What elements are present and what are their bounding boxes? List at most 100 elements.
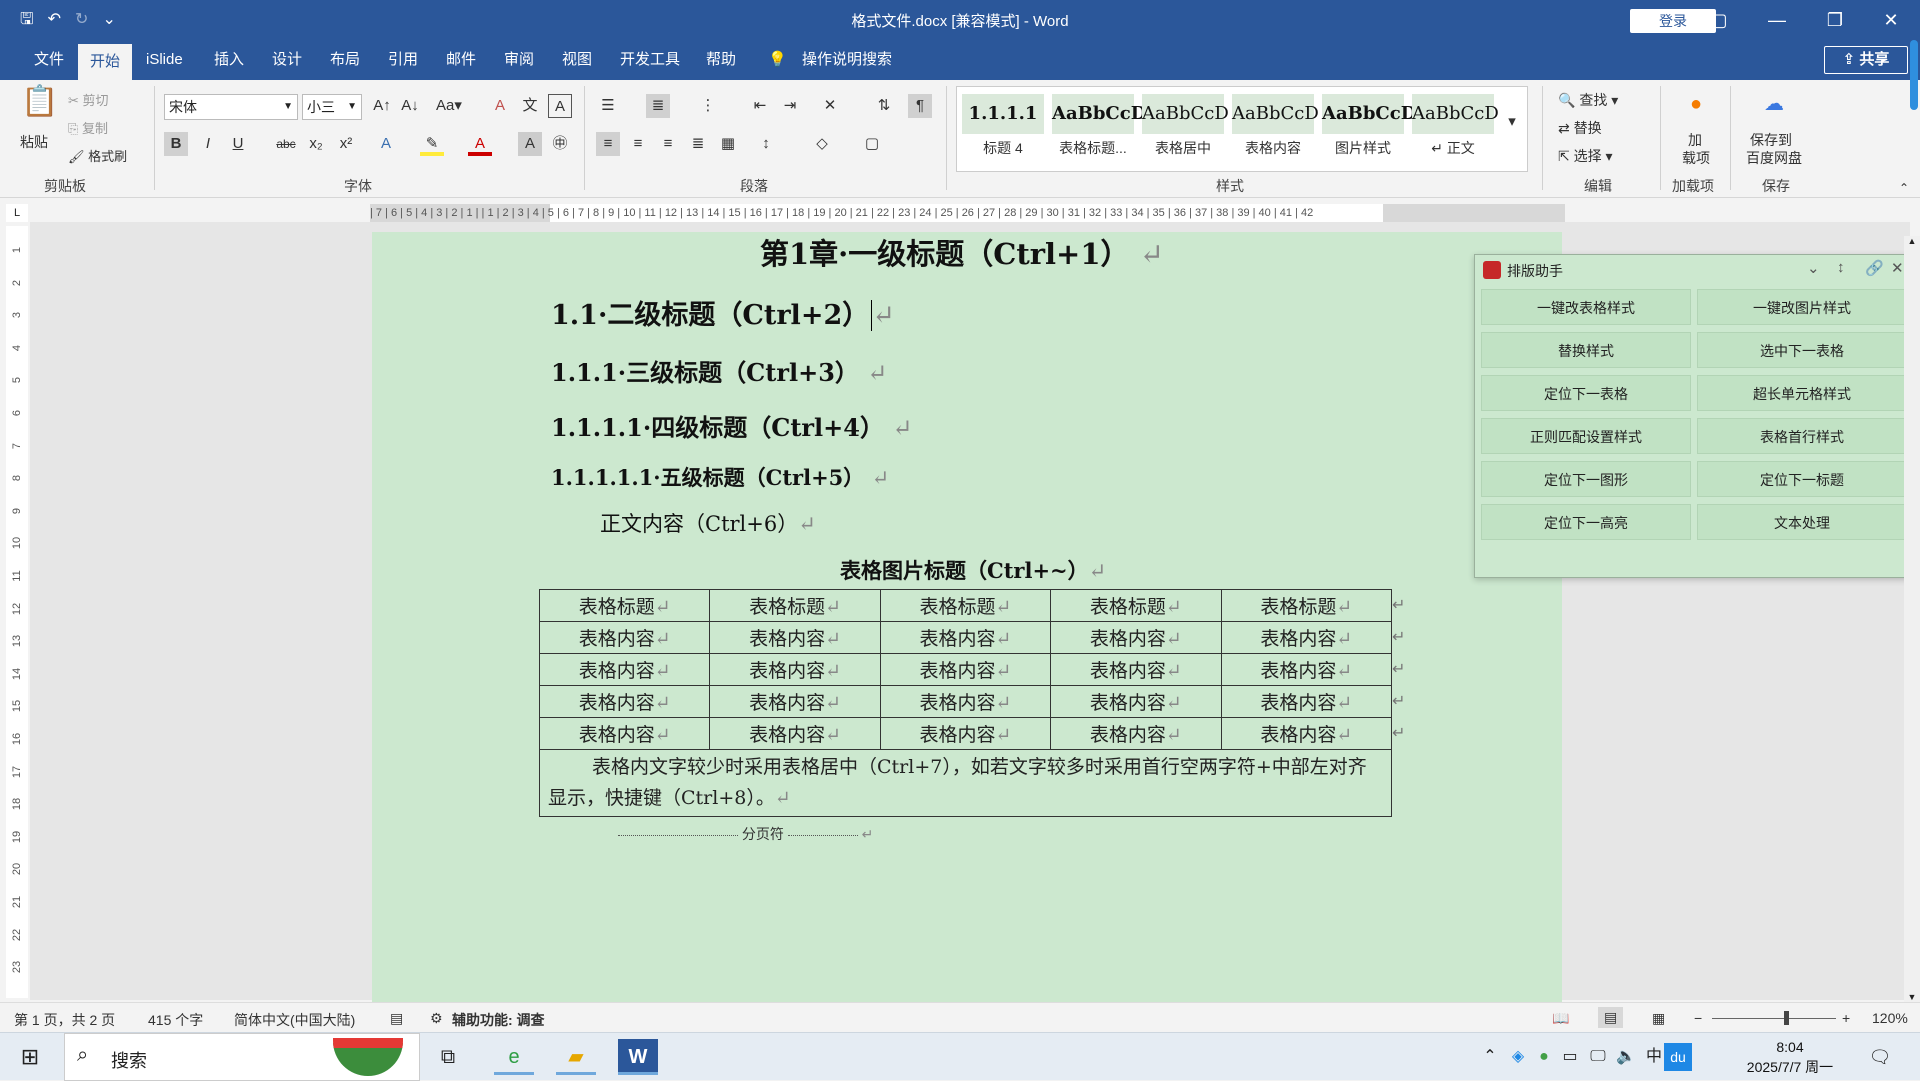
- table-caption[interactable]: 表格图片标题（Ctrl+~）↵: [840, 555, 1106, 585]
- zoom-out-icon[interactable]: −: [1694, 1010, 1702, 1026]
- macro-icon[interactable]: ▤: [390, 1010, 403, 1027]
- zoom-level[interactable]: 120%: [1872, 1010, 1908, 1026]
- font-color-icon[interactable]: A: [468, 132, 492, 156]
- tab-help[interactable]: 帮助: [694, 40, 748, 80]
- align-center-icon[interactable]: ≡: [626, 132, 650, 156]
- resize-vertical-icon[interactable]: ↕: [1837, 259, 1845, 276]
- assistant-button[interactable]: 超长单元格样式: [1697, 375, 1907, 411]
- italic-button[interactable]: I: [196, 132, 220, 156]
- enclose-characters-icon[interactable]: ㊥: [548, 132, 572, 156]
- windows-start-icon[interactable]: ⊞: [10, 1039, 50, 1075]
- tab-home[interactable]: 开始: [78, 44, 133, 80]
- underline-button[interactable]: U: [226, 132, 250, 156]
- style-heading-4[interactable]: 1.1.1.1 标题 4: [962, 94, 1044, 162]
- ribbon-display-options-icon[interactable]: ▢: [1690, 0, 1748, 40]
- table-row[interactable]: 表格内容↵ 表格内容↵ 表格内容↵ 表格内容↵ 表格内容↵: [538, 653, 1393, 686]
- grow-font-icon[interactable]: A↑: [370, 94, 394, 118]
- font-name-select[interactable]: 宋体 ▼: [164, 94, 298, 120]
- shrink-font-icon[interactable]: A↓: [398, 94, 422, 118]
- web-layout-icon[interactable]: ▦: [1652, 1010, 1665, 1027]
- tab-selector-icon[interactable]: L: [6, 204, 28, 222]
- table-cell[interactable]: 表格内容↵: [538, 653, 711, 686]
- cloud-icon[interactable]: ☁: [1762, 92, 1786, 116]
- tab-islide[interactable]: iSlide: [134, 40, 195, 80]
- page-count[interactable]: 第 1 页，共 2 页: [14, 1010, 115, 1030]
- table-cell[interactable]: 表格内容↵: [1220, 621, 1393, 654]
- restore-button[interactable]: ❐: [1806, 0, 1864, 40]
- assistant-button[interactable]: 一键改表格样式: [1481, 289, 1691, 325]
- table-cell[interactable]: 表格内容↵: [1220, 685, 1393, 718]
- table-row[interactable]: 表格内容↵ 表格内容↵ 表格内容↵ 表格内容↵ 表格内容↵: [538, 685, 1393, 718]
- font-size-select[interactable]: 小三 ▼: [302, 94, 362, 120]
- table-cell[interactable]: 表格内容↵: [709, 717, 881, 750]
- document-table[interactable]: 表格标题↵ 表格标题↵ 表格标题↵ 表格标题↵ 表格标题↵ 表格内容↵ 表格内容↵ 表格内容↵…: [538, 589, 1393, 817]
- tab-insert[interactable]: 插入: [202, 40, 256, 80]
- text-effects-icon[interactable]: A: [374, 132, 398, 156]
- show-marks-icon[interactable]: ¶: [908, 94, 932, 118]
- scroll-down-icon[interactable]: ▼: [1906, 992, 1918, 1002]
- assistant-button[interactable]: 定位下一表格: [1481, 375, 1691, 411]
- minimize-button[interactable]: —: [1748, 0, 1806, 40]
- notifications-icon[interactable]: 🗨: [1860, 1039, 1900, 1075]
- assistant-button[interactable]: 文本处理: [1697, 504, 1907, 540]
- align-right-icon[interactable]: ≡: [656, 132, 680, 156]
- table-cell[interactable]: 表格内容↵: [538, 717, 711, 750]
- baidu-icon[interactable]: du: [1664, 1043, 1692, 1071]
- table-cell[interactable]: 表格内容↵: [538, 621, 711, 654]
- heading-3[interactable]: 1.1.1·三级标题（Ctrl+3） ↵: [551, 353, 887, 388]
- line-spacing-icon[interactable]: ↕: [754, 132, 778, 156]
- table-header-cell[interactable]: 表格标题↵: [879, 589, 1052, 622]
- paste-button[interactable]: 粘贴: [20, 132, 48, 152]
- zoom-slider-thumb[interactable]: [1784, 1011, 1789, 1025]
- save-to-cloud-line1[interactable]: 保存到: [1750, 130, 1792, 150]
- change-case-icon[interactable]: Aa▾: [432, 94, 466, 118]
- tab-mailings[interactable]: 邮件: [434, 40, 488, 80]
- tab-view[interactable]: 视图: [550, 40, 604, 80]
- phonetic-guide-icon[interactable]: 文: [518, 94, 542, 118]
- zoom-slider[interactable]: [1712, 1011, 1836, 1025]
- table-cell[interactable]: 表格内容↵: [1050, 685, 1222, 718]
- replace-button[interactable]: ⇄ 替换: [1558, 118, 1602, 138]
- table-cell[interactable]: 表格内容↵: [709, 685, 881, 718]
- assistant-button[interactable]: 选中下一表格: [1697, 332, 1907, 368]
- cut-button[interactable]: ✂ 剪切: [68, 90, 109, 109]
- tab-review[interactable]: 审阅: [492, 40, 546, 80]
- distributed-icon[interactable]: ▦: [716, 132, 740, 156]
- tab-layout[interactable]: 布局: [318, 40, 372, 80]
- shading-icon[interactable]: ◇: [810, 132, 834, 156]
- tab-developer[interactable]: 开发工具: [608, 40, 692, 80]
- close-button[interactable]: ✕: [1862, 0, 1920, 40]
- strikethrough-button[interactable]: abc: [274, 132, 298, 156]
- increase-indent-icon[interactable]: ⇥: [778, 94, 802, 118]
- subscript-button[interactable]: x₂: [304, 132, 328, 156]
- link-icon[interactable]: 🔗: [1865, 259, 1884, 277]
- file-explorer-icon[interactable]: ▰: [556, 1039, 596, 1075]
- table-cell[interactable]: 表格内容↵: [1220, 653, 1393, 686]
- table-cell[interactable]: 表格内容↵: [879, 717, 1052, 750]
- table-header-cell[interactable]: 表格标题↵: [538, 589, 711, 622]
- style-table-center[interactable]: AaBbCcD 表格居中: [1142, 94, 1229, 162]
- vertical-scrollbar[interactable]: ▲ ▼: [1904, 236, 1920, 1002]
- tell-me-search[interactable]: 操作说明搜索: [802, 40, 892, 80]
- word-count[interactable]: 415 个字: [148, 1010, 203, 1030]
- table-note-row[interactable]: 表格内文字较少时采用表格居中（Ctrl+7），如若文字较多时采用首行空两字符+中…: [539, 749, 1392, 817]
- tab-file[interactable]: 文件: [22, 40, 76, 80]
- character-border-icon[interactable]: A: [548, 94, 572, 118]
- browser-icon[interactable]: e: [494, 1039, 534, 1075]
- tab-references[interactable]: 引用: [376, 40, 430, 80]
- read-mode-icon[interactable]: 📖: [1552, 1010, 1569, 1027]
- table-cell[interactable]: 表格内容↵: [879, 621, 1052, 654]
- assistant-button[interactable]: 表格首行样式: [1697, 418, 1907, 454]
- word-app-icon[interactable]: W: [618, 1039, 658, 1075]
- table-cell[interactable]: 表格内容↵: [1050, 621, 1222, 654]
- find-button[interactable]: 🔍 查找 ▾: [1558, 90, 1618, 110]
- style-normal[interactable]: AaBbCcD ↵ 正文: [1412, 94, 1499, 162]
- table-note-cell[interactable]: 表格内文字较少时采用表格居中（Ctrl+7），如若文字较多时采用首行空两字符+中…: [539, 749, 1392, 817]
- assistant-button[interactable]: 定位下一图形: [1481, 461, 1691, 497]
- language-indicator[interactable]: 简体中文(中国大陆): [234, 1010, 355, 1030]
- table-header-cell[interactable]: 表格标题↵: [1220, 589, 1393, 622]
- heading-5[interactable]: 1.1.1.1.1·五级标题（Ctrl+5） ↵: [551, 462, 889, 492]
- table-header-cell[interactable]: 表格标题↵: [709, 589, 881, 622]
- system-clock[interactable]: 8:04 2025/7/7 周一: [1730, 1037, 1850, 1077]
- table-cell[interactable]: 表格内容↵: [709, 621, 881, 654]
